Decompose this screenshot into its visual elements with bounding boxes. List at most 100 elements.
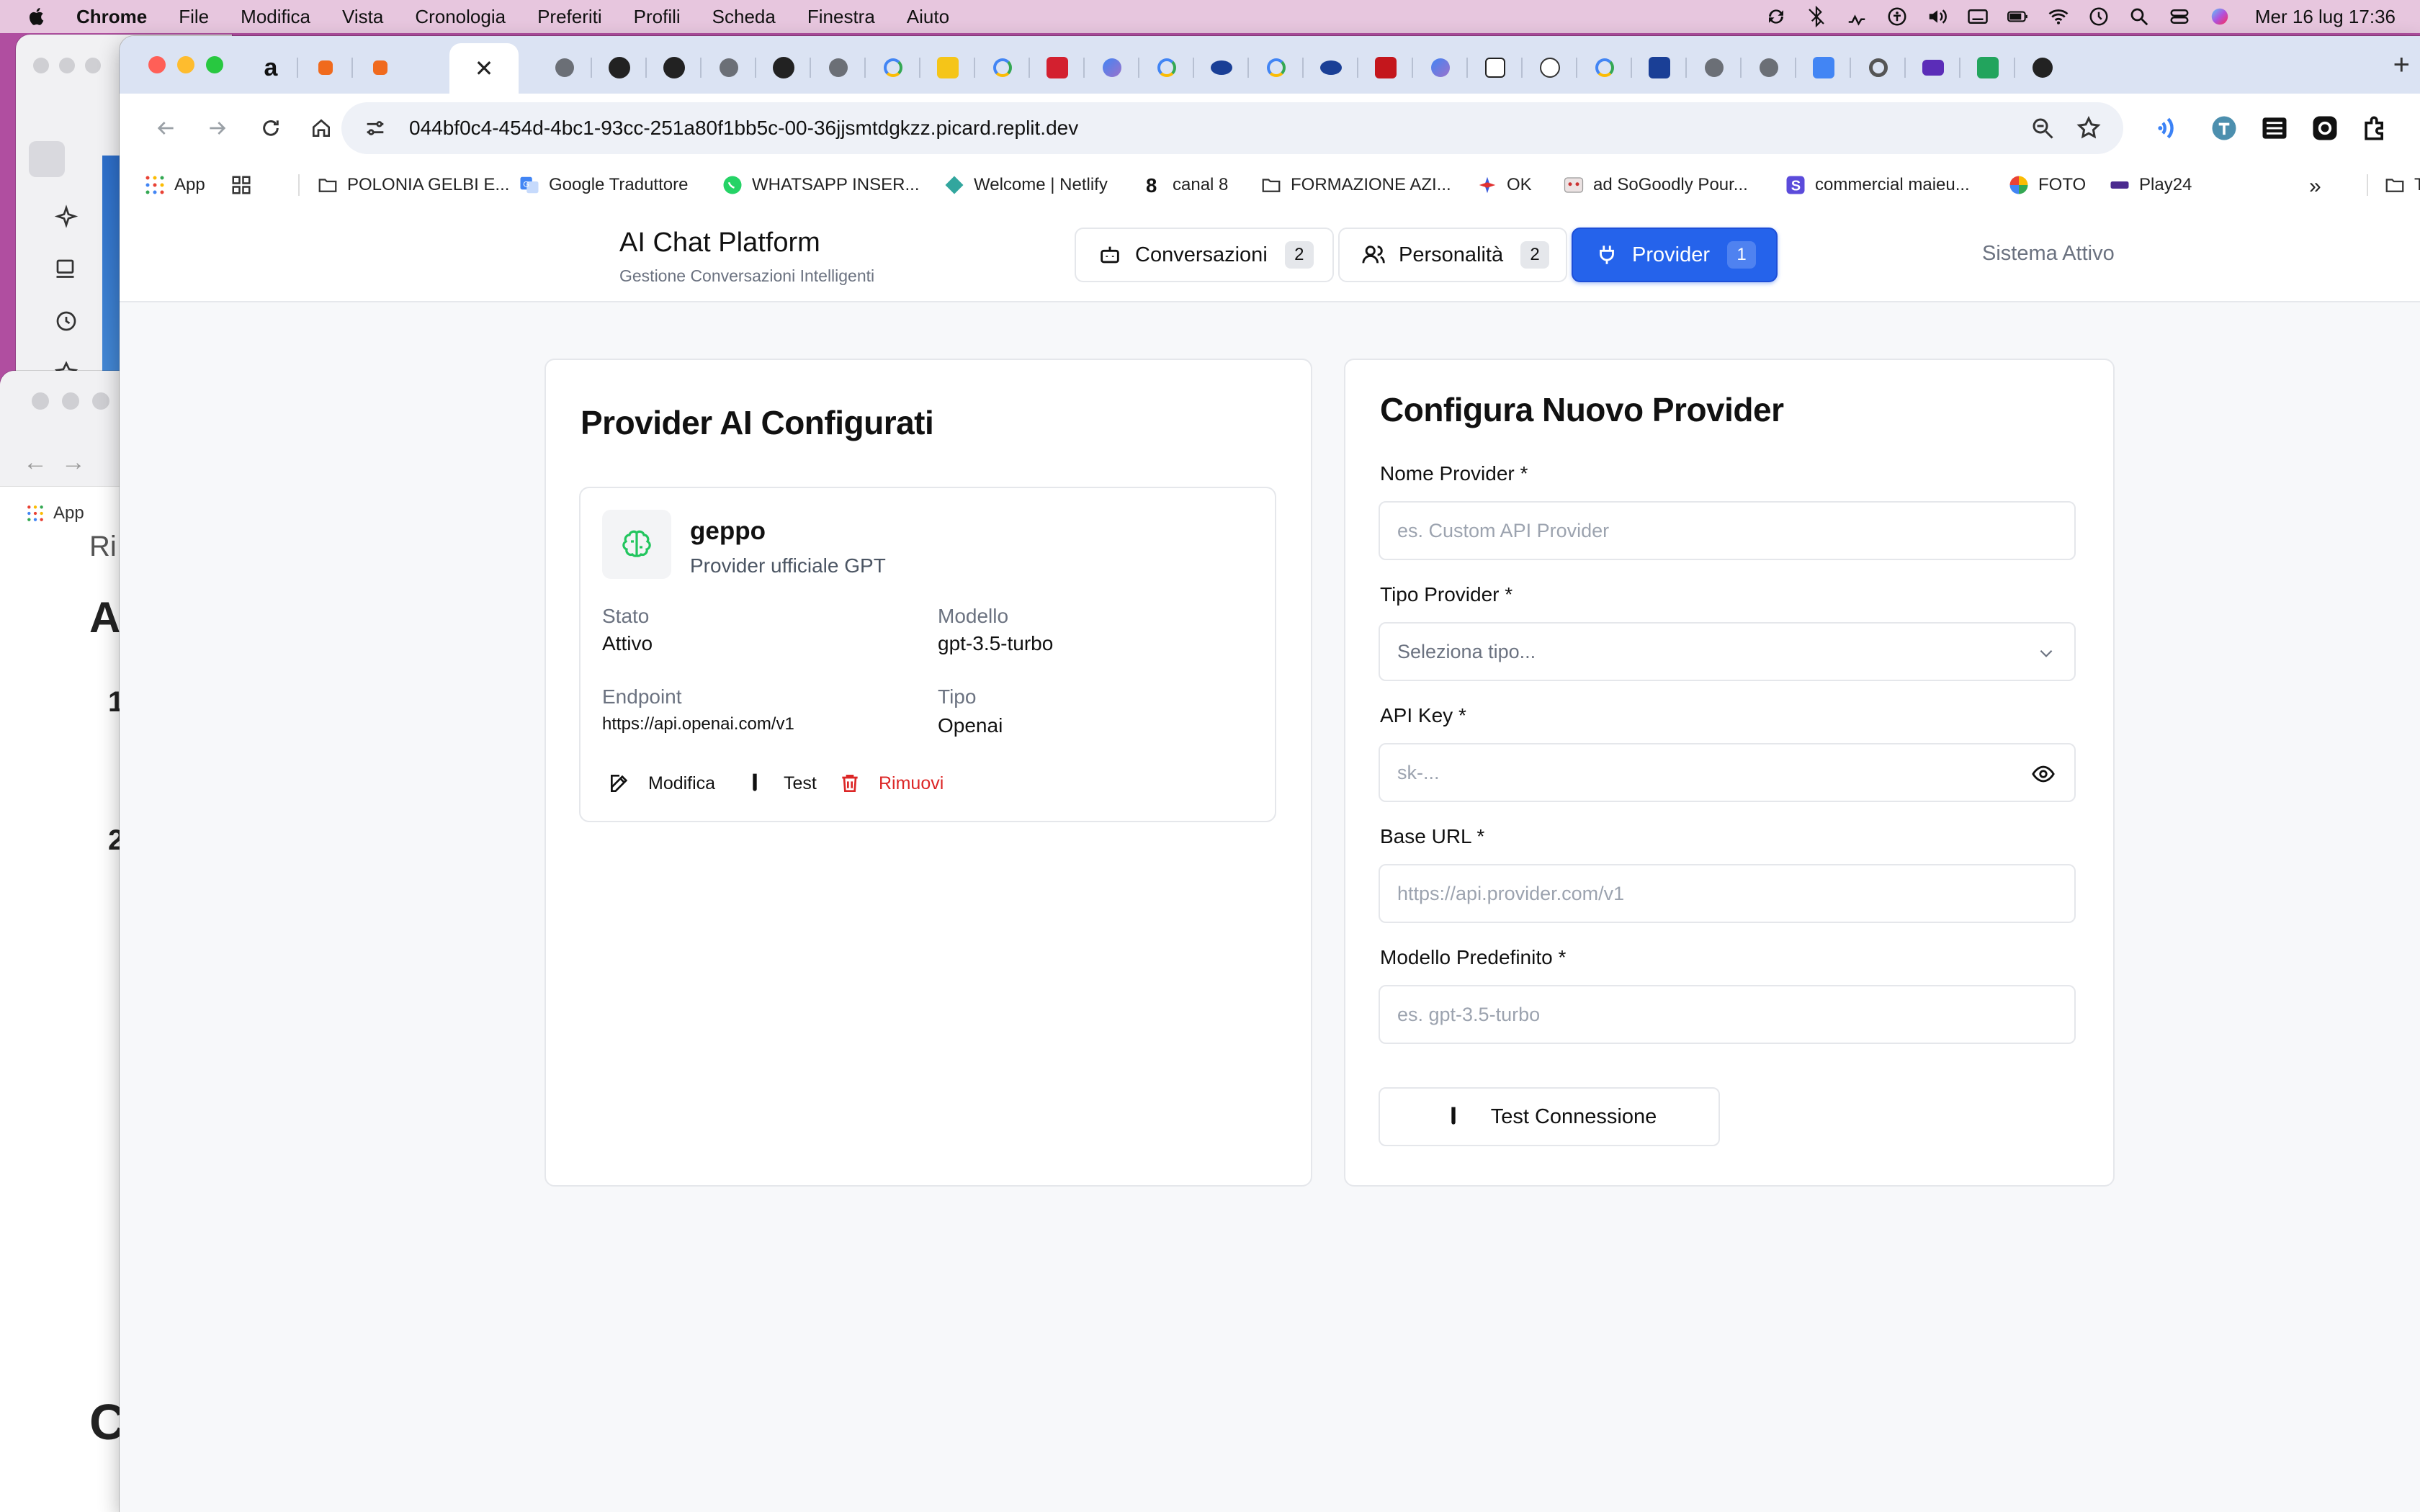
browser-tab[interactable] [1194, 48, 1249, 88]
menu-profili[interactable]: Profili [634, 6, 681, 28]
back-forward-icons[interactable]: ← → [23, 449, 86, 477]
provider-type-select[interactable]: Seleziona tipo... [1379, 622, 2076, 681]
browser-tab[interactable] [1577, 48, 1632, 88]
bookmarks-overflow-button[interactable]: » [2309, 174, 2321, 199]
close-window-icon[interactable] [148, 56, 166, 73]
bluetooth-off-icon[interactable] [1806, 6, 1827, 27]
menu-scheda[interactable]: Scheda [712, 6, 776, 28]
bookmark-item[interactable]: FORMAZIONE AZI... [1260, 174, 1451, 196]
tab-provider[interactable]: Provider 1 [1572, 228, 1778, 282]
browser-tab[interactable] [647, 48, 702, 88]
browser-tab[interactable] [1906, 48, 1960, 88]
zoom-icon[interactable] [2030, 115, 2056, 141]
reload-button[interactable] [254, 111, 288, 145]
eye-icon[interactable] [2031, 762, 2056, 786]
browser-tab[interactable] [1304, 48, 1358, 88]
bookmark-item[interactable]: ad SoGoodly Pour... [1563, 174, 1748, 196]
test-provider-button[interactable]: Test [743, 772, 817, 795]
tab-conversazioni[interactable]: Conversazioni 2 [1075, 228, 1334, 282]
extension-list-icon[interactable] [2259, 112, 2290, 144]
browser-tab[interactable] [1632, 48, 1687, 88]
browser-tab[interactable] [592, 48, 647, 88]
forward-button[interactable] [200, 111, 235, 145]
browser-tab[interactable] [1358, 48, 1413, 88]
stats-icon[interactable] [1846, 6, 1868, 27]
remove-provider-button[interactable]: Rimuovi [838, 772, 944, 795]
test-connection-button[interactable]: Test Connessione [1379, 1087, 1720, 1146]
browser-tab[interactable] [1139, 48, 1194, 88]
sidebar-toggle-icon[interactable] [29, 141, 65, 177]
history-icon[interactable] [53, 308, 79, 334]
browser-tab[interactable] [920, 48, 975, 88]
bookmark-item[interactable]: POLONIA GELBI E... [298, 174, 509, 196]
extension-wave-icon[interactable] [2155, 112, 2187, 144]
wifi-icon[interactable] [2048, 6, 2069, 27]
bookmark-item[interactable]: OK [1476, 174, 1532, 196]
bookmark-item[interactable]: Tu [2367, 174, 2420, 196]
browser-tab[interactable] [1085, 48, 1139, 88]
bookmark-item[interactable]: Welcome | Netlify [944, 174, 1108, 196]
new-tab-button[interactable]: + [2393, 49, 2410, 81]
menu-finestra[interactable]: Finestra [807, 6, 875, 28]
address-bar[interactable]: 044bf0c4-454d-4bc1-93cc-251a80f1bb5c-00-… [341, 102, 2123, 154]
extension-circle-icon[interactable] [2309, 112, 2341, 144]
close-tab-icon[interactable]: ✕ [475, 55, 494, 82]
bookmark-item[interactable]: Play24 [2109, 174, 2192, 196]
base-url-input[interactable]: https://api.provider.com/v1 [1379, 864, 2076, 923]
bookmark-item[interactable] [230, 174, 252, 196]
api-key-input[interactable]: sk-... [1379, 743, 2076, 802]
browser-tab[interactable] [1742, 48, 1796, 88]
time-machine-icon[interactable] [2088, 6, 2110, 27]
bookmark-item[interactable]: G Google Traduttore [519, 174, 688, 196]
apple-icon[interactable] [27, 6, 48, 27]
control-center-icon[interactable] [2169, 6, 2190, 27]
site-info-icon[interactable] [363, 116, 387, 140]
browser-tab[interactable] [975, 48, 1030, 88]
search-icon[interactable] [2128, 6, 2150, 27]
extension-logo-icon[interactable] [2208, 112, 2240, 144]
browser-tab[interactable] [353, 48, 408, 88]
browser-tab[interactable] [1960, 48, 2015, 88]
menu-preferiti[interactable]: Preferiti [537, 6, 602, 28]
home-button[interactable] [304, 111, 339, 145]
bookmark-item[interactable]: 8 canal 8 [1142, 174, 1228, 196]
browser-tab[interactable] [2015, 48, 2070, 88]
sync-icon[interactable] [1765, 6, 1787, 27]
menu-modifica[interactable]: Modifica [241, 6, 310, 28]
menu-file[interactable]: File [179, 6, 209, 28]
browser-tab[interactable] [811, 48, 866, 88]
edit-provider-button[interactable]: Modifica [608, 772, 715, 795]
bookmark-item[interactable]: WHATSAPP INSER... [722, 174, 920, 196]
device-icon[interactable] [53, 256, 79, 282]
menu-cronologia[interactable]: Cronologia [415, 6, 506, 28]
browser-tab[interactable] [1687, 48, 1742, 88]
bookmark-item[interactable]: FOTO [2008, 174, 2086, 196]
browser-tab[interactable] [1523, 48, 1577, 88]
browser-tab[interactable] [702, 48, 756, 88]
keyboard-icon[interactable] [1967, 6, 1989, 27]
browser-tab[interactable] [1249, 48, 1304, 88]
siri-icon[interactable] [2209, 6, 2231, 27]
browser-tab[interactable] [756, 48, 811, 88]
provider-name-input[interactable]: es. Custom API Provider [1379, 501, 2076, 560]
browser-tab[interactable]: a [243, 48, 298, 88]
menu-vista[interactable]: Vista [342, 6, 383, 28]
extensions-puzzle-icon[interactable] [2360, 112, 2391, 144]
browser-tab[interactable] [537, 48, 592, 88]
back-button[interactable] [148, 111, 183, 145]
browser-tab[interactable] [1796, 48, 1851, 88]
browser-tab[interactable] [866, 48, 920, 88]
browser-tab[interactable] [1030, 48, 1085, 88]
bookmark-item[interactable]: S commercial maieu... [1785, 174, 1970, 196]
battery-icon[interactable] [2007, 6, 2029, 27]
menu-app-name[interactable]: Chrome [76, 6, 147, 28]
apps-label[interactable]: App [53, 503, 84, 523]
menu-aiuto[interactable]: Aiuto [907, 6, 949, 28]
bookmark-star-icon[interactable] [2076, 115, 2102, 141]
default-model-input[interactable]: es. gpt-3.5-turbo [1379, 985, 2076, 1044]
volume-icon[interactable] [1927, 6, 1948, 27]
active-browser-tab[interactable]: ✕ [449, 43, 519, 94]
bookmark-item[interactable]: App [144, 174, 205, 196]
tab-personalita[interactable]: Personalità 2 [1338, 228, 1567, 282]
url-text[interactable]: 044bf0c4-454d-4bc1-93cc-251a80f1bb5c-00-… [409, 117, 1078, 140]
